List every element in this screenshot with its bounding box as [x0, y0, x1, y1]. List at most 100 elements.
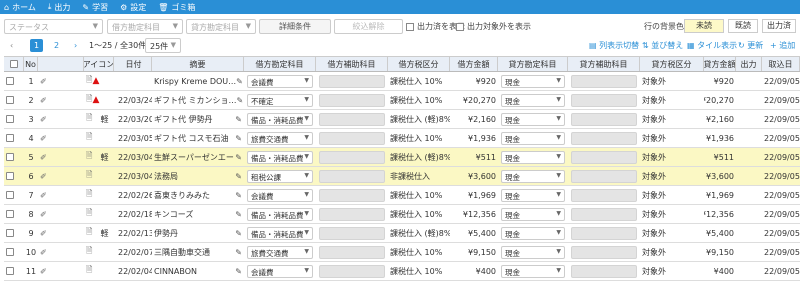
- header-1[interactable]: アイコン: [84, 57, 114, 71]
- pencil-icon[interactable]: ✎: [235, 153, 242, 162]
- debit-account-select[interactable]: 備品・消耗品費 ▼: [247, 208, 313, 221]
- header-5[interactable]: 借方補助科目: [316, 57, 388, 71]
- debit-account-select[interactable]: 会議費 ▼: [247, 189, 313, 202]
- row-description[interactable]: キンコーズ ✎: [152, 205, 244, 223]
- debit-account-select[interactable]: 旅費交通費 ▼: [247, 246, 313, 259]
- debit-sub-account-field[interactable]: [319, 75, 385, 88]
- prev-page-button[interactable]: ‹: [10, 39, 13, 52]
- header-3[interactable]: 摘要: [152, 57, 244, 71]
- row-edit-icon-cell[interactable]: ✐: [38, 148, 84, 166]
- add-button[interactable]: + 追加: [770, 39, 795, 52]
- table-row[interactable]: 9 ✐ 🗎 軽 22/02/13 伊勢丹 ✎ 備品・消耗品費 ▼ 課税仕入 (軽)8% ¥5,400…: [4, 224, 800, 243]
- table-row[interactable]: 5 ✐ 🗎 軽 22/03/04 生鮮スーパーゼンエー ✎ 備品・消耗品費 ▼ 課税仕入 (軽)8…: [4, 148, 800, 167]
- debit-sub-account-field[interactable]: [319, 246, 385, 259]
- pencil-icon[interactable]: ✎: [235, 191, 242, 200]
- debit-account-select[interactable]: 備品・消耗品費 ▼: [247, 113, 313, 126]
- nav-item-0[interactable]: ⌂ ホーム: [4, 2, 36, 13]
- debit-sub-account-field[interactable]: [319, 151, 385, 164]
- row-edit-icon-cell[interactable]: ✐: [38, 129, 84, 147]
- row-checkbox[interactable]: [4, 72, 24, 90]
- debit-sub-account-field[interactable]: [319, 265, 385, 278]
- table-row[interactable]: 1 ✐ 🗎 ▲ Krispy Kreme DOU… ✎ 会議費 ▼ 課税仕入 10% ¥920 現金…: [4, 72, 800, 91]
- row-edit-icon-cell[interactable]: ✐: [38, 110, 84, 128]
- header-13[interactable]: 取込日: [762, 57, 800, 71]
- credit-sub-account-field[interactable]: [571, 227, 637, 240]
- credit-sub-account-field[interactable]: [571, 170, 637, 183]
- refresh-button[interactable]: ↻ 更新: [738, 39, 763, 52]
- row-edit-icon-cell[interactable]: ✐: [38, 72, 84, 90]
- pencil-icon[interactable]: ✎: [235, 134, 242, 143]
- clear-filter-button[interactable]: 絞込解除: [334, 19, 403, 34]
- debit-account-select[interactable]: 不確定 ▼: [247, 94, 313, 107]
- header-10[interactable]: 貸方税区分: [640, 57, 704, 71]
- debit-account-select[interactable]: 借方勘定科目 ▼: [107, 19, 183, 34]
- nav-item-1[interactable]: ⤓ 出力: [48, 2, 71, 13]
- debit-sub-account-field[interactable]: [319, 94, 385, 107]
- row-checkbox[interactable]: [4, 262, 24, 280]
- credit-account-select[interactable]: 現金 ▼: [501, 265, 565, 278]
- nav-item-3[interactable]: ⚙ 設定: [120, 2, 146, 13]
- credit-account-select[interactable]: 現金 ▼: [501, 75, 565, 88]
- row-checkbox[interactable]: [4, 129, 24, 147]
- credit-sub-account-field[interactable]: [571, 208, 637, 221]
- pencil-icon[interactable]: ✎: [236, 77, 243, 86]
- credit-sub-account-field[interactable]: [571, 265, 637, 278]
- tile-view-button[interactable]: ▦ タイル表示: [687, 39, 737, 52]
- credit-account-select[interactable]: 現金 ▼: [501, 113, 565, 126]
- header-0[interactable]: No: [24, 57, 38, 71]
- header-12[interactable]: 出力: [736, 57, 762, 71]
- debit-account-select[interactable]: 旅費交通費 ▼: [247, 132, 313, 145]
- next-page-button[interactable]: ›: [74, 39, 77, 52]
- table-row[interactable]: 7 ✐ 🗎 22/02/26 喜東きりみみた ✎ 会議費 ▼ 課税仕入 10% ¥1,969 現金 ▼…: [4, 186, 800, 205]
- debit-account-select[interactable]: 会議費 ▼: [247, 265, 313, 278]
- row-edit-icon-cell[interactable]: ✐: [38, 205, 84, 223]
- row-checkbox[interactable]: [4, 91, 24, 109]
- header-7[interactable]: 借方金額: [450, 57, 498, 71]
- credit-account-select[interactable]: 貸方勘定科目 ▼: [186, 19, 256, 34]
- row-description[interactable]: ギフト代 伊勢丹 ✎: [152, 110, 244, 128]
- show-excluded-checkbox[interactable]: 出力対象外を表示: [456, 19, 531, 34]
- row-checkbox[interactable]: [4, 224, 24, 242]
- credit-account-select[interactable]: 現金 ▼: [501, 246, 565, 259]
- row-checkbox[interactable]: [4, 243, 24, 261]
- credit-account-select[interactable]: 現金 ▼: [501, 227, 565, 240]
- header-9[interactable]: 貸方補助科目: [568, 57, 640, 71]
- table-row[interactable]: 10 ✐ 🗎 22/02/07 三隅自動車交通 ✎ 旅費交通費 ▼ 課税仕入 10% ¥9,150…: [4, 243, 800, 262]
- table-row[interactable]: 8 ✐ 🗎 22/02/18 キンコーズ ✎ 備品・消耗品費 ▼ 課税仕入 10% ¥12,356…: [4, 205, 800, 224]
- header-6[interactable]: 借方税区分: [388, 57, 450, 71]
- credit-sub-account-field[interactable]: [571, 75, 637, 88]
- row-description[interactable]: 喜東きりみみた ✎: [152, 186, 244, 204]
- pencil-icon[interactable]: ✎: [235, 172, 242, 181]
- header-8[interactable]: 貸方勘定科目: [498, 57, 568, 71]
- table-row[interactable]: 11 ✐ 🗎 22/02/04 CINNABON ✎ 会議費 ▼ 課税仕入 10% ¥400 現金 ▼…: [4, 262, 800, 281]
- credit-account-select[interactable]: 現金 ▼: [501, 132, 565, 145]
- row-description[interactable]: ギフト代 ミカンショ… ✎: [152, 91, 244, 109]
- status-select[interactable]: ステータス ▼: [4, 19, 103, 34]
- debit-sub-account-field[interactable]: [319, 170, 385, 183]
- header-2[interactable]: 日付: [116, 57, 152, 71]
- row-edit-icon-cell[interactable]: ✐: [38, 224, 84, 242]
- pencil-icon[interactable]: ✎: [235, 248, 242, 257]
- table-row[interactable]: 4 ✐ 🗎 22/03/05 ギフト代 コスモ石油 ✎ 旅費交通費 ▼ 課税仕入 10% ¥1,9…: [4, 129, 800, 148]
- page-2-button[interactable]: 2: [54, 39, 59, 52]
- row-edit-icon-cell[interactable]: ✐: [38, 167, 84, 185]
- header-select-all[interactable]: [4, 57, 24, 71]
- credit-sub-account-field[interactable]: [571, 94, 637, 107]
- credit-account-select[interactable]: 現金 ▼: [501, 94, 565, 107]
- row-description[interactable]: 三隅自動車交通 ✎: [152, 243, 244, 261]
- row-description[interactable]: 生鮮スーパーゼンエー ✎: [152, 148, 244, 166]
- debit-account-select[interactable]: 租税公課 ▼: [247, 170, 313, 183]
- column-toggle-button[interactable]: ▤ 列表示切替: [589, 39, 639, 52]
- nav-item-4[interactable]: 🗑 ゴミ箱: [158, 2, 195, 13]
- debit-account-select[interactable]: 会議費 ▼: [247, 75, 313, 88]
- row-edit-icon-cell[interactable]: ✐: [38, 91, 84, 109]
- row-checkbox[interactable]: [4, 110, 24, 128]
- header-11[interactable]: 貸方金額: [704, 57, 736, 71]
- page-1-button[interactable]: 1: [30, 39, 43, 52]
- row-edit-icon-cell[interactable]: ✐: [38, 186, 84, 204]
- header-4[interactable]: 借方勘定科目: [244, 57, 316, 71]
- pencil-icon[interactable]: ✎: [235, 210, 242, 219]
- credit-account-select[interactable]: 現金 ▼: [501, 170, 565, 183]
- row-description[interactable]: Krispy Kreme DOU… ✎: [152, 72, 244, 90]
- debit-sub-account-field[interactable]: [319, 113, 385, 126]
